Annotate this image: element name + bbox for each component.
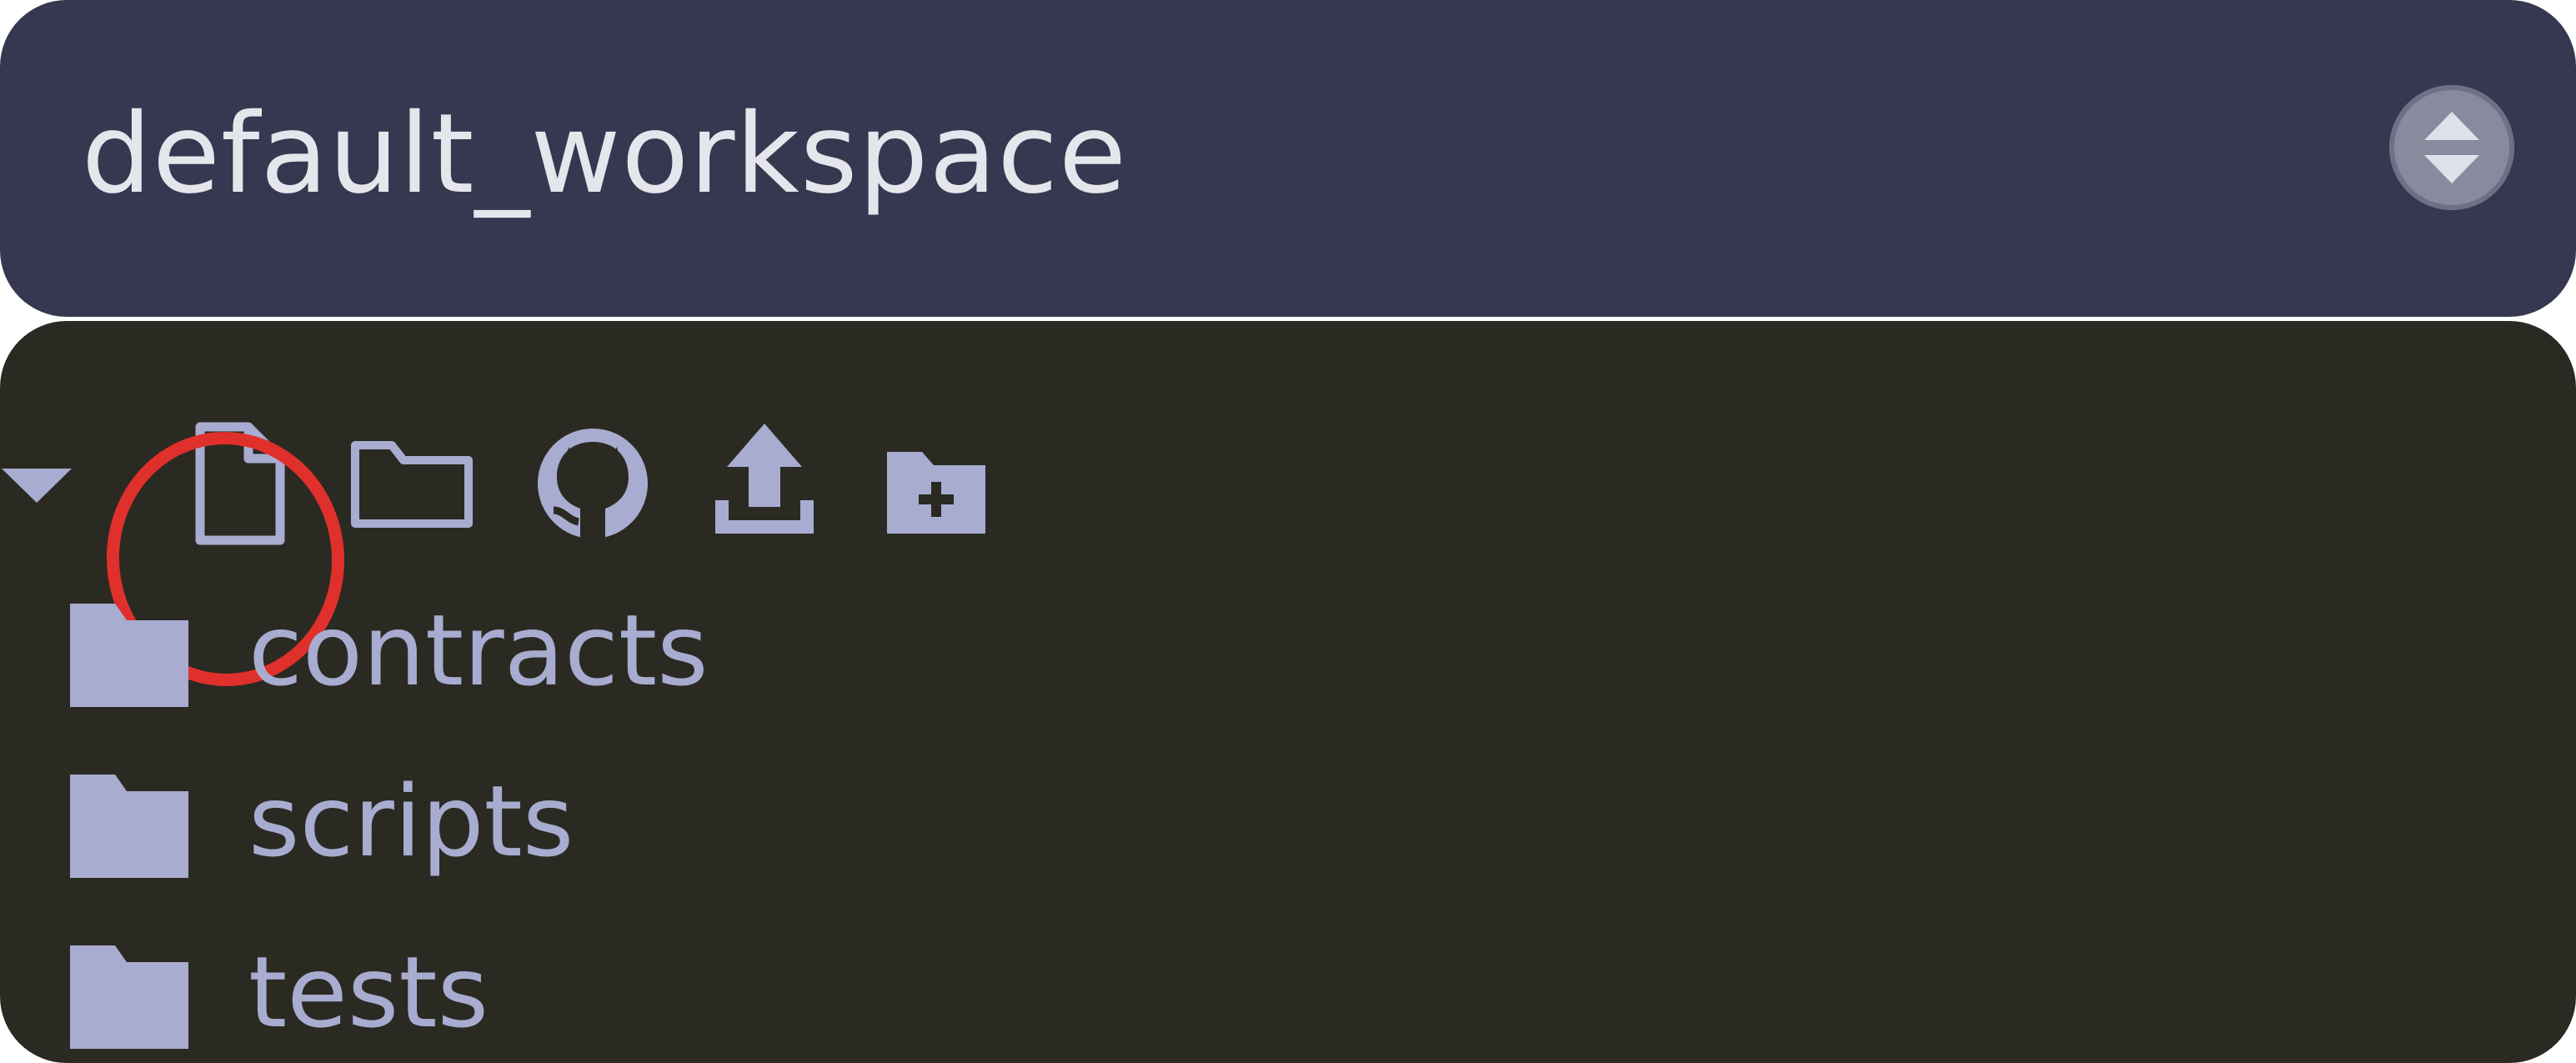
file-explorer-panel: default_workspace contracts scripts test… [0,0,2576,1063]
folder-icon [67,934,192,1054]
upload-icon[interactable] [710,417,819,550]
tree-item-scripts[interactable]: scripts [67,746,1401,896]
file-explorer: contracts scripts tests [0,321,2576,1063]
github-icon[interactable] [530,417,655,550]
folder-icon [67,763,192,883]
tree-item-contracts[interactable]: contracts [67,575,1401,725]
tree-item-label: scripts [248,764,574,879]
explorer-toolbar [0,417,1084,694]
new-folder-icon[interactable] [348,417,474,550]
workspace-name: default_workspace [82,90,1128,218]
tree-item-tests[interactable]: tests [67,917,1401,1063]
collapse-caret-icon[interactable] [0,417,75,550]
folder-plus-icon[interactable] [882,417,990,550]
tree-item-label: tests [248,935,489,1050]
tree-item-label: contracts [248,593,709,708]
workspace-dropdown-toggle-icon[interactable] [2389,85,2514,210]
folder-icon [67,592,192,712]
workspace-selector[interactable]: default_workspace [0,0,2576,317]
